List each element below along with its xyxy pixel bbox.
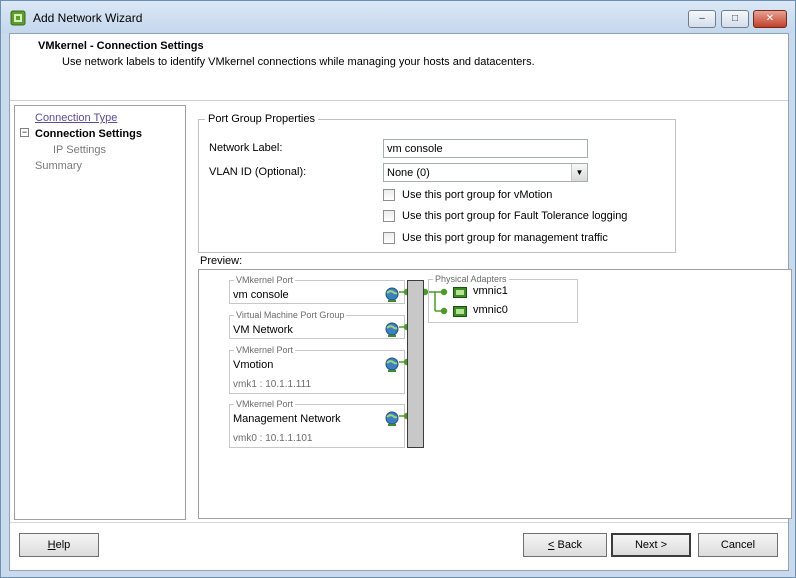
wizard-header: VMkernel - Connection Settings Use netwo… — [10, 34, 788, 101]
vmotion-label[interactable]: Use this port group for vMotion — [402, 189, 552, 201]
wizard-body: Connection Type − Connection Settings IP… — [10, 102, 792, 522]
nic-vmnic1: vmnic1 — [473, 285, 508, 297]
page-subtitle: Use network labels to identify VMkernel … — [62, 56, 535, 68]
cancel-button[interactable]: Cancel — [698, 533, 778, 557]
network-label-label: Network Label: — [209, 142, 283, 154]
step-summary: Summary — [35, 160, 83, 172]
main-panel: Port Group Properties Network Label: VLA… — [190, 105, 792, 520]
network-label-input[interactable] — [383, 139, 588, 158]
window-title: Add Network Wizard — [33, 11, 143, 25]
steps-panel: Connection Type − Connection Settings IP… — [14, 105, 186, 520]
maximize-button[interactable]: □ — [721, 10, 749, 28]
wizard-window: Add Network Wizard – □ ✕ VMkernel - Conn… — [0, 0, 796, 578]
page-title: VMkernel - Connection Settings — [38, 40, 204, 52]
next-button[interactable]: Next > — [611, 533, 691, 557]
physical-adapters: Physical Adapters vmnic1 vmnic0 — [428, 274, 578, 323]
physical-adapters-title: Physical Adapters — [433, 274, 509, 284]
back-label-post: Back — [554, 539, 582, 551]
port-group-legend: Port Group Properties — [205, 113, 318, 125]
wizard-footer: Help < Back Next > Cancel — [10, 522, 788, 570]
back-button[interactable]: < Back — [523, 533, 607, 557]
help-accesskey: H — [47, 539, 56, 551]
fault-tolerance-label[interactable]: Use this port group for Fault Tolerance … — [402, 210, 627, 222]
vlan-id-label: VLAN ID (Optional): — [209, 166, 307, 178]
title-bar[interactable]: Add Network Wizard – □ ✕ — [1, 1, 795, 33]
nic-card-icon — [453, 306, 467, 317]
minimize-button[interactable]: – — [688, 10, 716, 28]
vmotion-checkbox[interactable] — [383, 189, 395, 201]
management-traffic-checkbox[interactable] — [383, 232, 395, 244]
network-preview: VMkernel Port vm console Virtual Machine… — [198, 269, 792, 519]
vlan-id-select[interactable]: None (0) ▼ — [383, 163, 588, 182]
network-wizard-icon — [10, 10, 26, 26]
nic-card-icon — [453, 287, 467, 298]
vswitch-bar — [407, 280, 424, 448]
nic-vmnic0: vmnic0 — [473, 304, 508, 316]
fault-tolerance-checkbox[interactable] — [383, 210, 395, 222]
port-group-properties: Port Group Properties Network Label: VLA… — [198, 113, 676, 253]
preview-label: Preview: — [200, 255, 243, 267]
wizard-client: VMkernel - Connection Settings Use netwo… — [9, 33, 792, 571]
help-label-post: elp — [55, 539, 71, 551]
collapse-icon[interactable]: − — [20, 128, 29, 137]
step-connection-type[interactable]: Connection Type — [35, 112, 117, 124]
vlan-id-value: None (0) — [387, 167, 430, 179]
help-button[interactable]: Help — [19, 533, 99, 557]
step-ip-settings: IP Settings — [53, 144, 106, 156]
dropdown-arrow-icon[interactable]: ▼ — [571, 164, 587, 181]
management-traffic-label[interactable]: Use this port group for management traff… — [402, 232, 608, 244]
step-connection-settings: Connection Settings — [35, 128, 142, 140]
close-button[interactable]: ✕ — [753, 10, 787, 28]
